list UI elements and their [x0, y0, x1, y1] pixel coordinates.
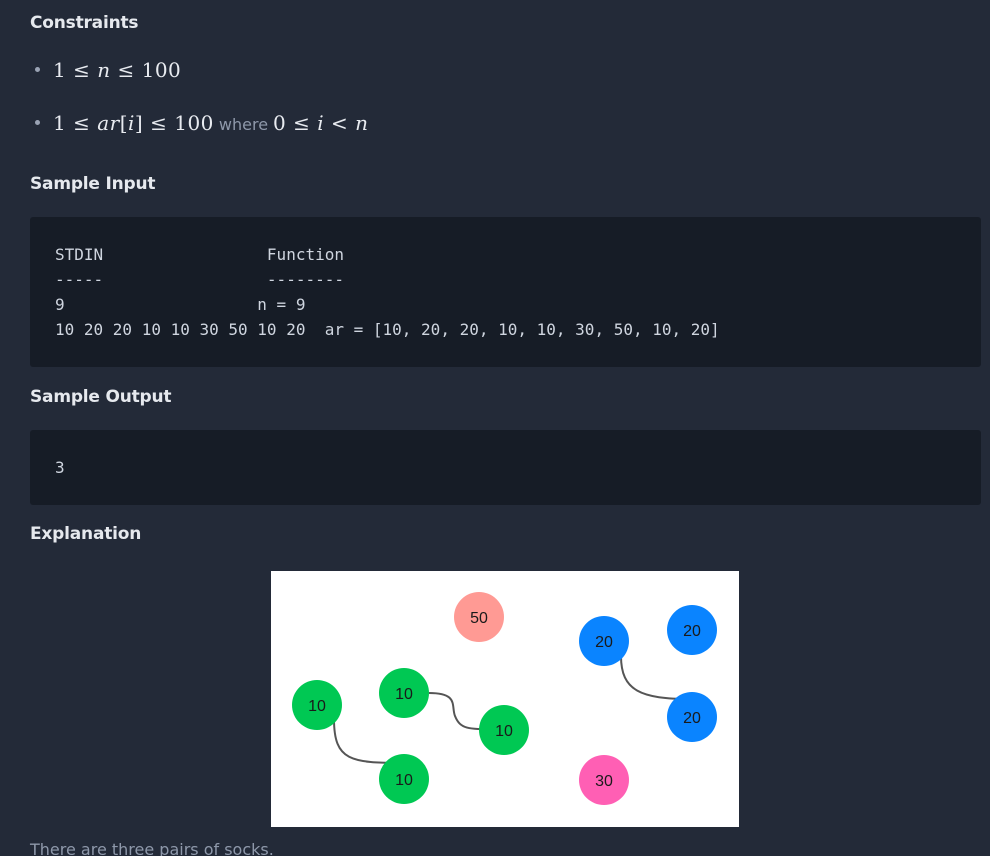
- sock-circle: 10: [379, 754, 429, 804]
- constraint-item-ar: 1 ≤ ar[i] ≤ 100 where 0 ≤ i < n: [35, 111, 369, 135]
- bullet-icon: [35, 120, 40, 125]
- socks-diagram: 10 10 10 10 50 20 20 20 30: [292, 592, 717, 805]
- code-line: 9 n = 9: [55, 295, 306, 314]
- sock-circle: 20: [667, 692, 717, 742]
- sock-circle: 20: [667, 605, 717, 655]
- sample-output-heading: Sample Output: [30, 387, 172, 407]
- explanation-text: There are three pairs of socks.: [30, 840, 274, 856]
- sock-circle: 10: [292, 680, 342, 730]
- constraint-math: 1 ≤ ar[i] ≤ 100: [53, 111, 214, 135]
- code-line: STDIN Function: [55, 245, 344, 264]
- sock-circle: 10: [479, 705, 529, 755]
- code-line: 3: [55, 458, 65, 477]
- sample-input-code: STDIN Function ----- -------- 9 n = 9 10…: [55, 242, 720, 342]
- constraint-math: 1 ≤ n ≤ 100: [53, 58, 182, 82]
- sample-output-code: 3: [55, 455, 65, 480]
- svg-text:20: 20: [595, 634, 613, 651]
- constraint-item-n: 1 ≤ n ≤ 100: [35, 58, 181, 82]
- sample-output-codeblock: 3: [30, 430, 981, 505]
- svg-text:10: 10: [308, 698, 326, 715]
- svg-text:50: 50: [470, 610, 488, 627]
- sock-circle: 20: [579, 616, 629, 666]
- bullet-icon: [35, 67, 40, 72]
- where-text: where: [218, 115, 269, 134]
- sock-circle: 30: [579, 755, 629, 805]
- sample-input-codeblock: STDIN Function ----- -------- 9 n = 9 10…: [30, 217, 981, 367]
- svg-text:10: 10: [395, 772, 413, 789]
- where-math: 0 ≤ i < n: [273, 111, 369, 135]
- sample-input-heading: Sample Input: [30, 174, 156, 194]
- svg-text:30: 30: [595, 773, 613, 790]
- sock-circle: 10: [379, 668, 429, 718]
- pair-connector: [620, 655, 692, 700]
- explanation-heading: Explanation: [30, 524, 142, 544]
- svg-text:10: 10: [495, 723, 513, 740]
- constraints-heading: Constraints: [30, 13, 139, 33]
- socks-pairing-illustration: 10 10 10 10 50 20 20 20 30: [271, 571, 739, 827]
- code-line: ----- --------: [55, 270, 344, 289]
- svg-text:20: 20: [683, 710, 701, 727]
- code-line: 10 20 20 10 10 30 50 10 20 ar = [10, 20,…: [55, 320, 720, 339]
- sock-circle: 50: [454, 592, 504, 642]
- svg-text:10: 10: [395, 686, 413, 703]
- svg-text:20: 20: [683, 623, 701, 640]
